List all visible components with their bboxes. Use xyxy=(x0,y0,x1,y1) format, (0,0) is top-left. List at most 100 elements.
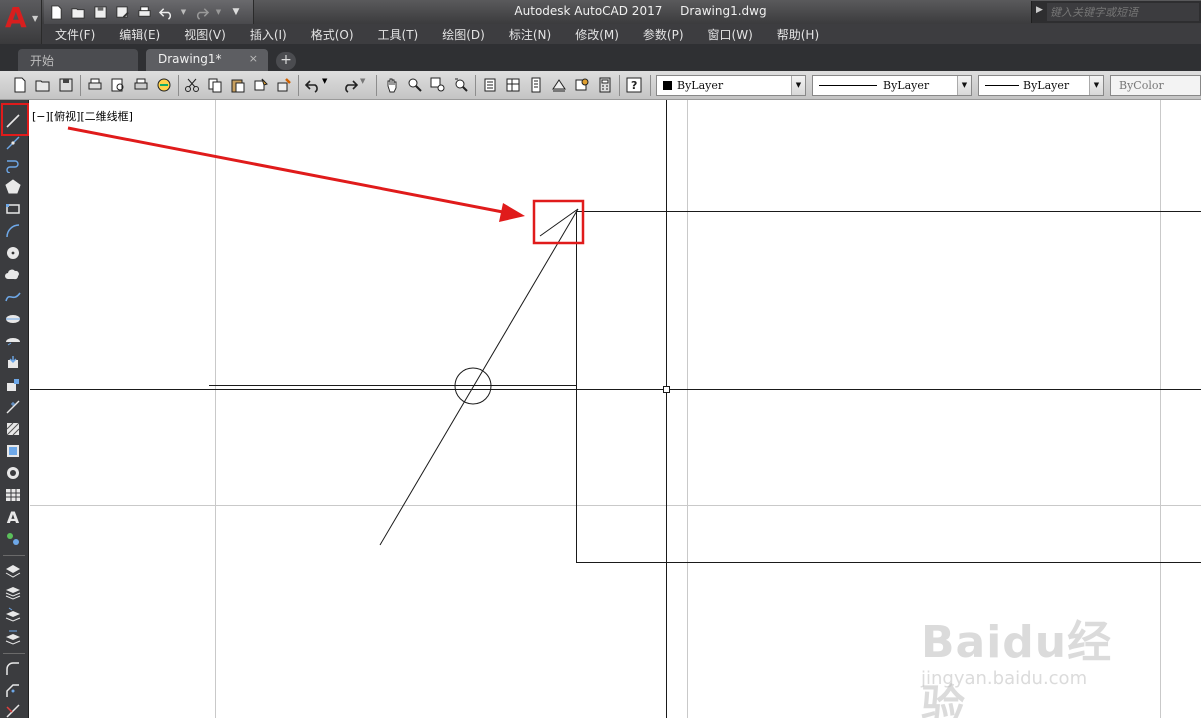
crosshair-pickbox xyxy=(663,386,670,393)
color-control-dropdown[interactable]: ByLayer ▼ xyxy=(656,75,806,96)
3d-dwf-icon[interactable] xyxy=(156,77,172,93)
ellipse-icon[interactable] xyxy=(4,310,22,328)
publish-icon[interactable] xyxy=(133,77,149,93)
zoom-window-icon[interactable] xyxy=(430,77,446,93)
trim-icon[interactable] xyxy=(4,702,22,718)
menu-modify[interactable]: 修改(M) xyxy=(575,26,619,43)
redo-dropdown-icon[interactable]: ▼ xyxy=(360,77,368,93)
toolbar-separator xyxy=(376,75,377,96)
revision-cloud-icon[interactable] xyxy=(4,266,22,284)
redo-icon[interactable] xyxy=(193,4,209,20)
undo-dropdown-icon[interactable]: ▼ xyxy=(322,77,330,93)
new-tab-button[interactable]: + xyxy=(276,52,296,70)
menu-dimension[interactable]: 标注(N) xyxy=(509,26,551,43)
cut-icon[interactable] xyxy=(184,77,200,93)
arc-icon[interactable] xyxy=(4,222,22,240)
copy-icon[interactable] xyxy=(207,77,223,93)
fillet-icon[interactable] xyxy=(4,660,22,678)
diagonal-line xyxy=(379,208,579,546)
menu-window[interactable]: 窗口(W) xyxy=(708,26,753,43)
layer-properties-icon[interactable] xyxy=(4,562,22,580)
menu-edit[interactable]: 编辑(E) xyxy=(119,26,160,43)
block-editor-icon[interactable] xyxy=(276,77,292,93)
menu-tools[interactable]: 工具(T) xyxy=(378,26,419,43)
save-icon[interactable] xyxy=(58,77,74,93)
zoom-realtime-icon[interactable] xyxy=(407,77,423,93)
redo-dropdown-icon[interactable]: ▼ xyxy=(215,4,222,20)
plotstyle-control-dropdown[interactable]: ByColor xyxy=(1110,75,1201,96)
open-folder-icon[interactable] xyxy=(70,4,86,20)
menu-bar: 文件(F) 编辑(E) 视图(V) 插入(I) 格式(O) 工具(T) 绘图(D… xyxy=(42,24,1201,44)
search-box: ▶ xyxy=(1031,1,1201,23)
close-tab-icon[interactable]: × xyxy=(249,52,258,65)
spline-icon[interactable] xyxy=(4,288,22,306)
layer-state-icon[interactable] xyxy=(4,584,22,602)
menu-insert[interactable]: 插入(I) xyxy=(250,26,287,43)
tool-palettes-icon[interactable] xyxy=(528,77,544,93)
model-space-drawing[interactable] xyxy=(30,100,1201,718)
construction-point-icon[interactable] xyxy=(4,398,22,416)
help-icon[interactable]: ? xyxy=(626,77,642,93)
menu-parametric[interactable]: 参数(P) xyxy=(643,26,684,43)
table-icon[interactable] xyxy=(4,486,22,504)
viewport-controls-label[interactable]: [−][俯视][二维线框] xyxy=(32,108,133,124)
properties-icon[interactable] xyxy=(482,77,498,93)
chevron-down-icon: ▼ xyxy=(1089,76,1103,95)
search-expand-icon[interactable]: ▶ xyxy=(1036,5,1043,15)
paste-icon[interactable] xyxy=(230,77,246,93)
gradient-icon[interactable] xyxy=(4,442,22,460)
construction-line-icon[interactable] xyxy=(4,134,22,152)
make-block-icon[interactable] xyxy=(4,376,22,394)
multiline-text-icon[interactable]: A xyxy=(4,508,22,527)
redo-icon[interactable] xyxy=(342,77,359,93)
title-bar: Autodesk AutoCAD 2017 Drawing1.dwg ▼ ▼ ▼… xyxy=(0,0,1201,24)
region-icon[interactable] xyxy=(4,464,22,482)
drawing-canvas[interactable] xyxy=(30,100,1201,718)
plot-preview-icon[interactable] xyxy=(110,77,126,93)
menu-help[interactable]: 帮助(H) xyxy=(777,26,819,43)
pan-hand-icon[interactable] xyxy=(384,77,400,93)
cursor-crosshair xyxy=(30,100,1201,718)
design-center-icon[interactable] xyxy=(505,77,521,93)
undo-dropdown-icon[interactable]: ▼ xyxy=(180,4,187,20)
match-properties-icon[interactable] xyxy=(253,77,269,93)
application-menu-button[interactable]: A ▼ xyxy=(0,0,42,44)
add-selected-icon[interactable] xyxy=(4,530,22,548)
layer-isolate-icon[interactable] xyxy=(4,628,22,646)
file-name: Drawing1.dwg xyxy=(680,4,767,18)
customize-qat-icon[interactable]: ▼ xyxy=(228,4,244,20)
sheet-set-manager-icon[interactable] xyxy=(551,77,567,93)
menu-file[interactable]: 文件(F) xyxy=(55,26,95,43)
menu-view[interactable]: 视图(V) xyxy=(184,26,226,43)
new-file-icon[interactable] xyxy=(48,4,64,20)
menu-draw[interactable]: 绘图(D) xyxy=(442,26,485,43)
chamfer-icon[interactable] xyxy=(4,682,22,700)
hatch-icon[interactable] xyxy=(4,420,22,438)
save-as-icon[interactable] xyxy=(114,4,130,20)
polygon-icon[interactable] xyxy=(4,178,22,196)
markup-set-manager-icon[interactable] xyxy=(574,77,590,93)
ellipse-arc-icon[interactable] xyxy=(4,332,22,350)
rectangle-icon[interactable] xyxy=(4,200,22,218)
search-input[interactable] xyxy=(1047,3,1199,21)
save-icon[interactable] xyxy=(92,4,108,20)
tab-drawing1[interactable]: Drawing1* × xyxy=(146,49,268,71)
undo-icon[interactable] xyxy=(158,4,174,20)
plot-icon[interactable] xyxy=(87,77,103,93)
toolbar-separator xyxy=(178,75,179,96)
print-icon[interactable] xyxy=(136,4,152,20)
lineweight-control-dropdown[interactable]: ByLayer ▼ xyxy=(978,75,1104,96)
polyline-icon[interactable] xyxy=(4,156,22,174)
menu-format[interactable]: 格式(O) xyxy=(311,26,354,43)
circle-icon[interactable] xyxy=(4,244,22,262)
layer-previous-icon[interactable] xyxy=(4,606,22,624)
insert-block-icon[interactable] xyxy=(4,354,22,372)
new-icon[interactable] xyxy=(12,77,28,93)
tab-start[interactable]: 开始 xyxy=(18,49,138,71)
open-icon[interactable] xyxy=(35,77,51,93)
zoom-previous-icon[interactable] xyxy=(453,77,469,93)
quickcalc-icon[interactable] xyxy=(597,77,613,93)
undo-icon[interactable] xyxy=(304,77,321,93)
linetype-control-dropdown[interactable]: ByLayer ▼ xyxy=(812,75,972,96)
annotation-highlight-box xyxy=(532,199,585,245)
